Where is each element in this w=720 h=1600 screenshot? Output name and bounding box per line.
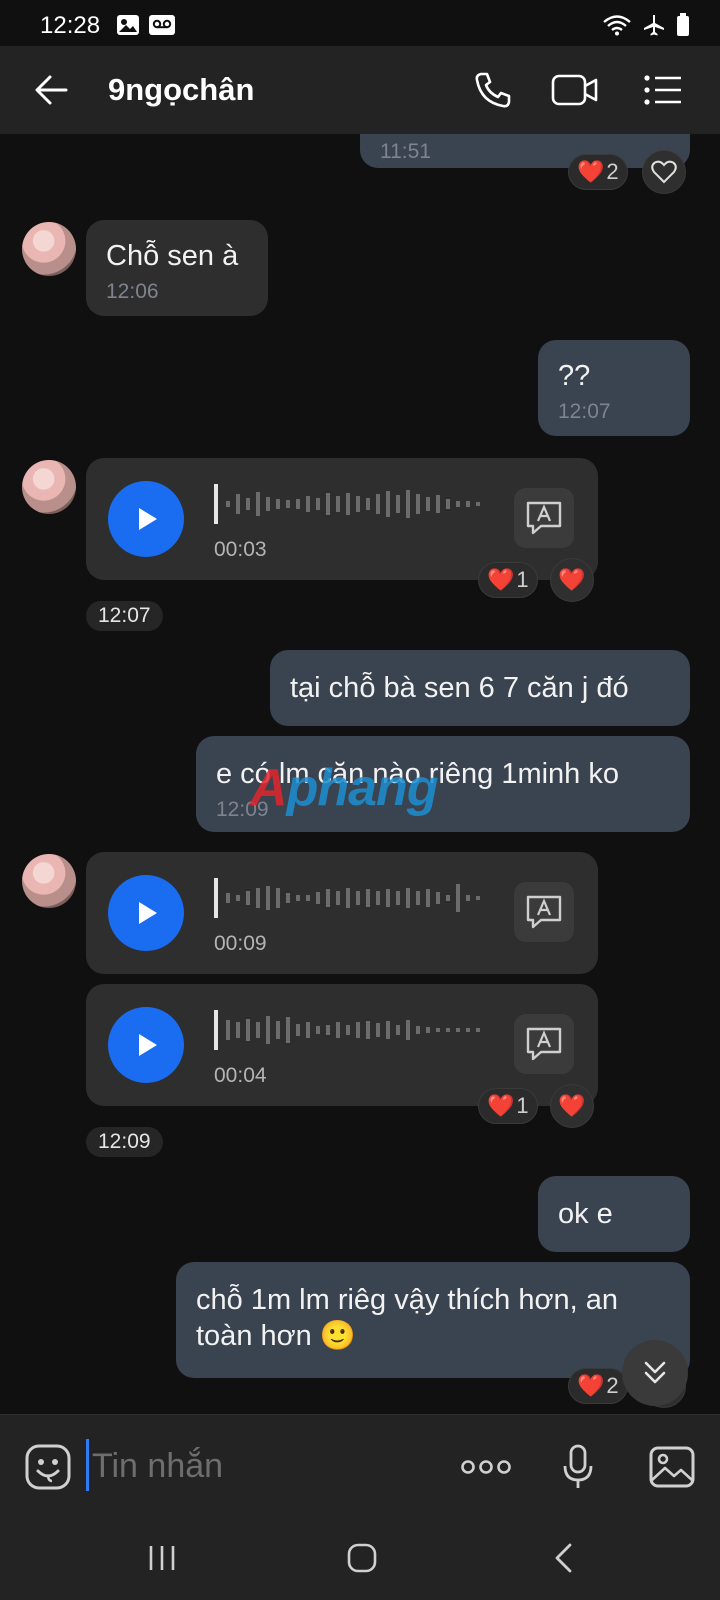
react-button[interactable]: ❤️ [550, 558, 594, 602]
message-bubble-outgoing[interactable]: tại chỗ bà sen 6 7 căn j đó [270, 650, 690, 726]
play-icon [139, 508, 157, 530]
waveform [214, 1010, 480, 1050]
more-options-button[interactable] [458, 1443, 514, 1491]
reaction-count: 1 [516, 567, 529, 592]
play-button[interactable] [108, 481, 184, 557]
watermark-logo: Aphang [250, 759, 439, 817]
airplane-mode-icon [644, 15, 664, 36]
system-back-button[interactable] [544, 1538, 584, 1578]
system-navigation-bar [0, 1516, 720, 1600]
reaction-summary[interactable]: ❤️ 1 [478, 1088, 538, 1124]
waveform [214, 484, 480, 524]
play-button[interactable] [108, 875, 184, 951]
message-text: Chỗ sen à [106, 240, 239, 272]
double-chevron-down-icon [644, 1361, 666, 1384]
voice-call-button[interactable] [468, 66, 518, 114]
voice-duration: 00:03 [214, 538, 267, 561]
recent-apps-icon [149, 1546, 175, 1570]
play-button[interactable] [108, 1007, 184, 1083]
battery-icon [677, 13, 689, 36]
more-dots-icon [461, 1460, 511, 1474]
time-chip: 12:07 [86, 601, 163, 631]
contact-avatar[interactable] [22, 460, 76, 514]
message-input[interactable] [92, 1445, 422, 1487]
chat-header: 9ngọchân [0, 46, 720, 134]
status-bar: 12:28 [0, 0, 720, 46]
status-right-icons [602, 13, 690, 37]
list-menu-icon [644, 75, 681, 105]
react-button[interactable]: ❤️ [550, 1084, 594, 1128]
chevron-left-icon [555, 1543, 572, 1573]
status-left-icons [116, 14, 176, 36]
contact-avatar[interactable] [22, 222, 76, 276]
microphone-icon [563, 1444, 593, 1488]
gallery-notification-icon [117, 15, 139, 35]
message-time: 12:06 [106, 280, 159, 303]
react-button[interactable] [642, 150, 686, 194]
speech-to-text-icon [526, 895, 562, 929]
message-bubble-outgoing[interactable]: chỗ 1m lm riêg vậy thích hơn, an toàn hơ… [176, 1262, 690, 1378]
message-time: 11:51 [380, 140, 431, 163]
sticker-button[interactable] [24, 1443, 72, 1491]
heart-icon: ❤️ [577, 159, 605, 184]
home-icon [347, 1543, 377, 1573]
recent-apps-button[interactable] [142, 1538, 182, 1578]
reaction-summary[interactable]: ❤️ 2 [568, 1368, 628, 1404]
reaction-count: 2 [606, 1373, 619, 1398]
play-icon [139, 1034, 157, 1056]
scroll-to-bottom-button[interactable] [622, 1340, 688, 1406]
message-text: tại chỗ bà sen 6 7 căn j đó [290, 672, 629, 704]
video-call-button[interactable] [550, 66, 600, 114]
transcribe-button[interactable] [514, 488, 574, 548]
voice-duration: 00:04 [214, 1064, 267, 1087]
transcribe-button[interactable] [514, 882, 574, 942]
video-camera-icon [551, 74, 598, 106]
reaction-count: 1 [516, 1093, 529, 1118]
reaction-summary[interactable]: ❤️ 2 [568, 154, 628, 190]
voice-duration: 00:09 [214, 932, 267, 955]
back-button[interactable] [30, 68, 74, 112]
message-bubble-outgoing[interactable]: 11:51 [360, 134, 690, 168]
message-time: 12:07 [558, 400, 611, 423]
play-icon [139, 902, 157, 924]
menu-button[interactable] [638, 66, 688, 114]
home-button[interactable] [342, 1538, 382, 1578]
reaction-count: 2 [606, 159, 619, 184]
arrow-left-icon [35, 75, 68, 105]
sticker-smiley-icon [25, 1444, 71, 1490]
voice-record-button[interactable] [554, 1443, 602, 1491]
message-bubble-outgoing[interactable]: ok e [538, 1176, 690, 1252]
message-text: ok e [558, 1198, 613, 1230]
wifi-icon [603, 15, 631, 36]
text-cursor [86, 1439, 89, 1491]
transcribe-button[interactable] [514, 1014, 574, 1074]
waveform [214, 878, 480, 918]
heart-icon: ❤️ [558, 1093, 586, 1118]
contact-avatar[interactable] [22, 854, 76, 908]
heart-icon: ❤️ [558, 567, 586, 592]
message-text: ?? [558, 360, 591, 392]
contact-name[interactable]: 9ngọchân [108, 72, 254, 108]
time-chip: 12:09 [86, 1127, 163, 1157]
voicemail-notification-icon [149, 15, 175, 35]
message-bubble-incoming[interactable]: Chỗ sen à 12:06 [86, 220, 268, 316]
speech-to-text-icon [526, 1027, 562, 1061]
speech-to-text-icon [526, 501, 562, 535]
heart-icon: ❤️ [577, 1373, 605, 1398]
voice-message[interactable]: 00:09 [86, 852, 598, 974]
message-list[interactable]: 11:51 ❤️ 2 Chỗ sen à 12:06 ?? 12:07 00:0… [0, 134, 720, 1414]
heart-icon: ❤️ [487, 1093, 515, 1118]
heart-outline-icon [651, 160, 677, 184]
heart-icon: ❤️ [487, 567, 515, 592]
image-icon [649, 1446, 695, 1488]
gallery-button[interactable] [648, 1443, 696, 1491]
status-time: 12:28 [40, 12, 101, 39]
reaction-summary[interactable]: ❤️ 1 [478, 562, 538, 598]
phone-icon [475, 72, 511, 108]
message-bubble-outgoing[interactable]: ?? 12:07 [538, 340, 690, 436]
message-text: chỗ 1m lm riêg vậy thích hơn, an toàn hơ… [196, 1284, 618, 1352]
message-composer [0, 1414, 720, 1516]
